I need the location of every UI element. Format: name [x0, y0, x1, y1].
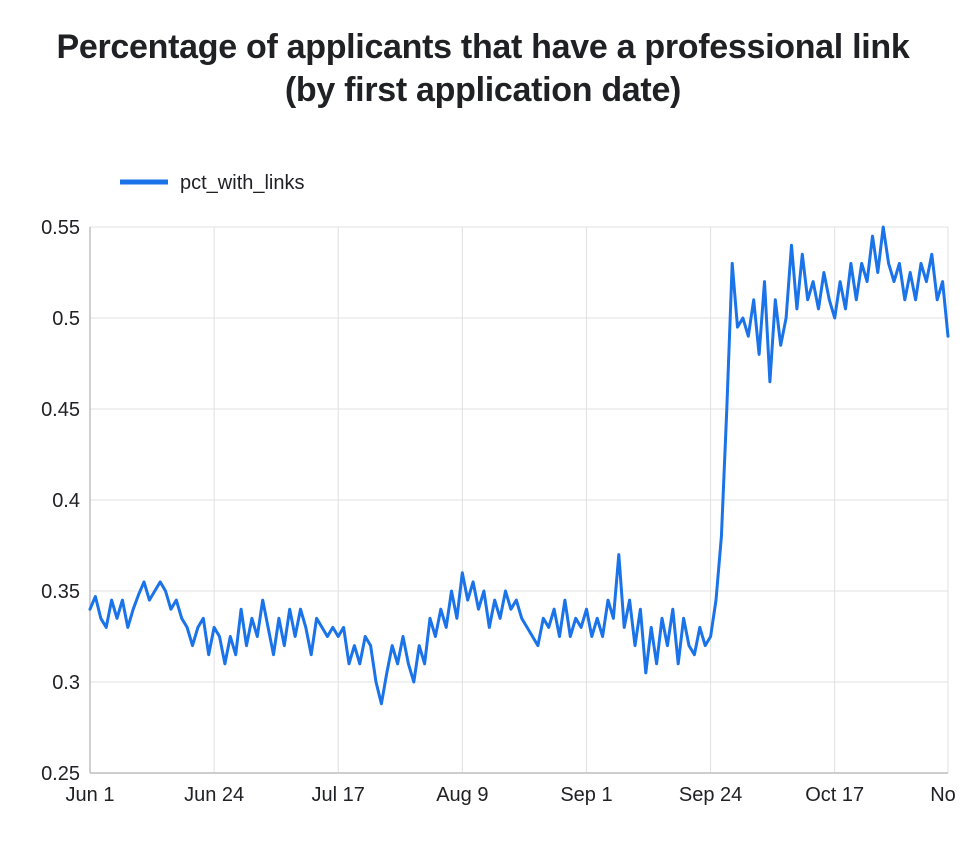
- y-tick-label: 0.3: [52, 672, 80, 694]
- chart-svg: pct_with_links 0.25 0.3 0.35 0.4 0.45 0.5 0.55 J…: [10, 137, 956, 817]
- y-tick-label: 0.55: [41, 217, 80, 239]
- series-line-pct_with_links: [90, 227, 948, 704]
- x-tick-label: Nov: [930, 784, 956, 806]
- legend: pct_with_links: [120, 172, 305, 194]
- y-tick-label: 0.4: [52, 490, 80, 512]
- x-tick-label: Sep 1: [560, 784, 612, 806]
- x-tick-label: Jul 17: [312, 784, 365, 806]
- y-tick-label: 0.5: [52, 308, 80, 330]
- x-tick-label: Jun 1: [66, 784, 115, 806]
- chart-area: pct_with_links 0.25 0.3 0.35 0.4 0.45 0.5 0.55 J…: [10, 137, 956, 817]
- x-tick-labels: Jun 1 Jun 24 Jul 17 Aug 9 Sep 1 Sep 24 Oct 17 N…: [66, 784, 956, 806]
- x-tick-label: Jun 24: [184, 784, 244, 806]
- y-tick-labels: 0.25 0.3 0.35 0.4 0.45 0.5 0.55: [41, 217, 80, 785]
- y-tick-label: 0.25: [41, 763, 80, 785]
- x-tick-label: Oct 17: [805, 784, 864, 806]
- x-tick-label: Sep 24: [679, 784, 742, 806]
- legend-label: pct_with_links: [180, 172, 305, 194]
- y-tick-label: 0.45: [41, 399, 80, 421]
- y-tick-label: 0.35: [41, 581, 80, 603]
- chart-title: Percentage of applicants that have a pro…: [50, 26, 916, 111]
- x-tick-label: Aug 9: [436, 784, 488, 806]
